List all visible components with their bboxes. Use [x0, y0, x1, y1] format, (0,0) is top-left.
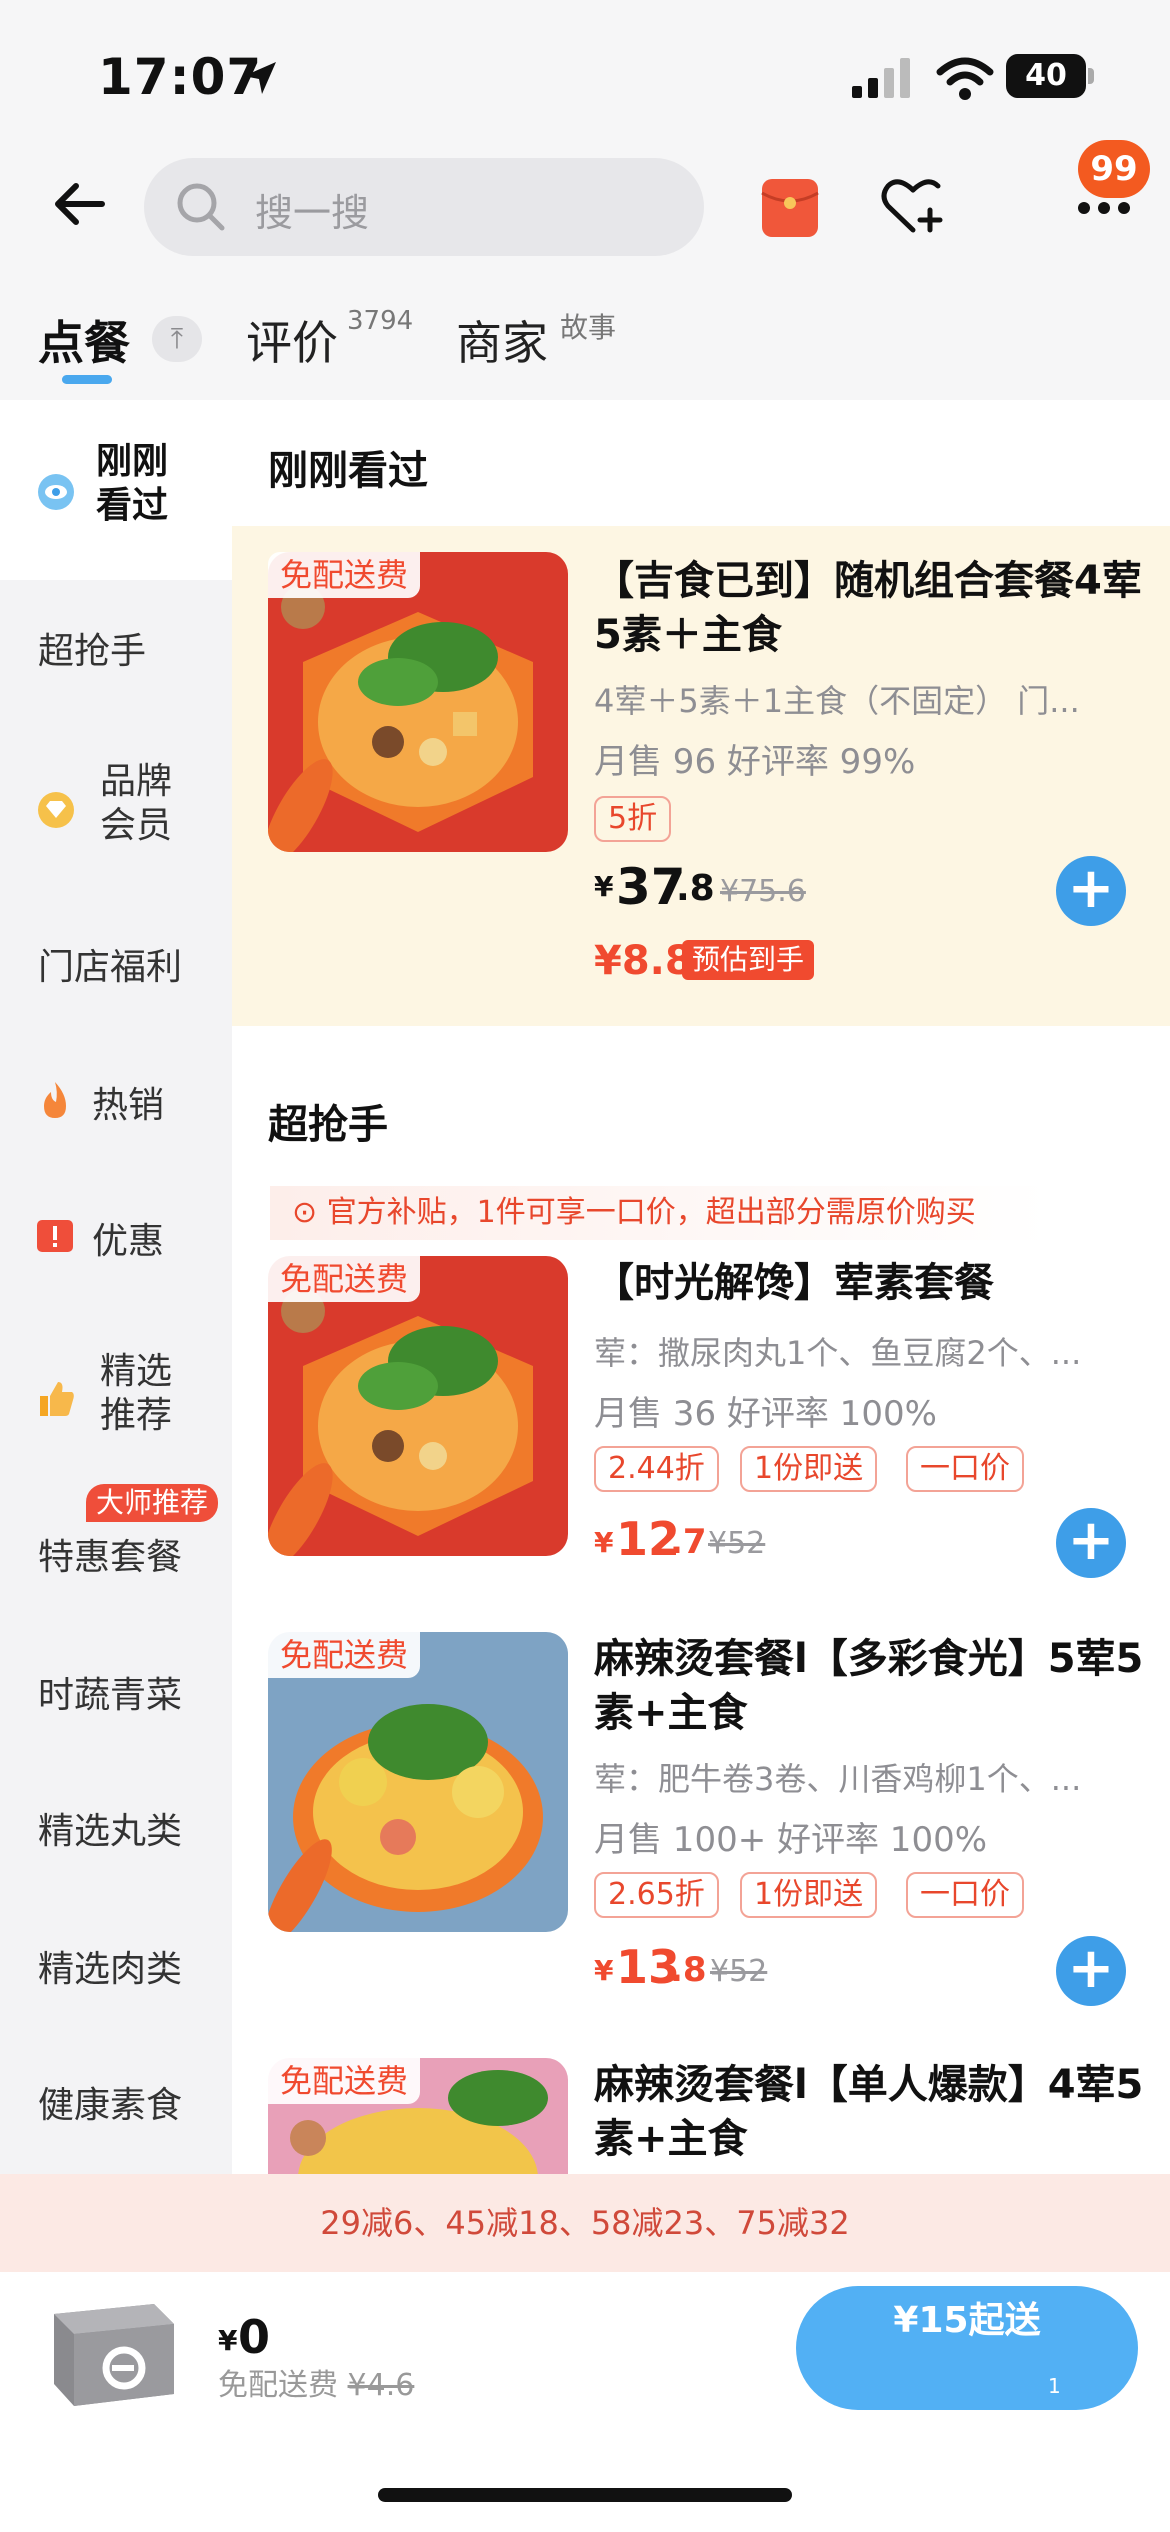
- sidebar-item-label: 热销: [92, 1085, 165, 1126]
- sidebar-item-label: 精选: [100, 1351, 173, 1392]
- product-title[interactable]: 【时光解馋】荤素套餐: [594, 1256, 1154, 1310]
- price-original: ¥52: [708, 1526, 766, 1561]
- sidebar-item-label: 推荐: [100, 1395, 173, 1436]
- tab-order[interactable]: 点餐: [38, 307, 130, 373]
- price-decimal: .7: [670, 1522, 707, 1562]
- search-placeholder: 搜一搜: [255, 191, 370, 235]
- checkout-button[interactable]: ¥15起送: [796, 2286, 1138, 2410]
- back-arrow-icon[interactable]: [46, 172, 110, 236]
- discount-tag: 2.44折: [594, 1446, 719, 1492]
- product-title[interactable]: 麻辣烫套餐l【单人爆款】4荤5素+主食: [594, 2058, 1154, 2166]
- more-dots-icon[interactable]: [1076, 198, 1132, 218]
- status-time: 17:07: [98, 48, 263, 106]
- single-serving-tag: 1份即送: [740, 1446, 878, 1492]
- section-title-recent: 刚刚看过: [268, 448, 428, 494]
- subsidy-note: ⊙ 官方补贴，1件可享一口价，超出部分需原价购买: [270, 1186, 1050, 1240]
- free-delivery-tag: 免配送费: [268, 1632, 421, 1678]
- cart-total: 0: [238, 2310, 271, 2364]
- price-estimated: ¥8.8: [594, 938, 693, 984]
- single-serving-tag: 1份即送: [740, 1872, 878, 1918]
- eye-icon: [38, 474, 74, 510]
- battery-cap: [1088, 68, 1094, 84]
- flame-icon: [44, 1082, 66, 1118]
- diamond-icon: [38, 792, 74, 828]
- delivery-fee-original: ¥4.6: [347, 2368, 415, 2403]
- pin-top-icon[interactable]: ⤒: [152, 316, 202, 362]
- tab-reviews[interactable]: 评价: [246, 307, 338, 373]
- price-currency: ¥: [594, 1954, 614, 1987]
- cart-currency: ¥: [218, 2324, 238, 2357]
- free-delivery-tag: 免配送费: [268, 1256, 421, 1302]
- price-currency: ¥: [594, 1526, 614, 1559]
- tab-active-indicator: [62, 375, 112, 384]
- search-icon: [177, 183, 225, 231]
- master-recommend-tag: 大师推荐: [86, 1484, 219, 1522]
- sidebar-item-label: 刚刚: [96, 441, 169, 482]
- wifi-icon: [936, 57, 994, 100]
- product-sales: 月售 100+ 好评率 100%: [594, 1820, 988, 1860]
- sidebar-item-label: 优惠: [92, 1221, 165, 1262]
- price-decimal: .8: [670, 1950, 707, 1990]
- thumbs-up-icon: [40, 1382, 74, 1416]
- red-packet-icon[interactable]: [760, 177, 820, 239]
- home-indicator[interactable]: [378, 2488, 792, 2502]
- free-delivery-tag: 免配送费: [268, 552, 421, 598]
- delivery-fee-label: 免配送费: [218, 2368, 338, 2403]
- sidebar-item-label: 品牌: [100, 761, 173, 802]
- promotion-bar[interactable]: 29减6、45减18、58减23、75减32: [0, 2174, 1170, 2272]
- product-description: 荤：撒尿肉丸1个、鱼豆腐2个、...: [594, 1334, 1082, 1372]
- price-original: ¥52: [710, 1954, 768, 1989]
- discount-tag: 5折: [594, 796, 672, 842]
- product-description: 4荤＋5素＋1主食（不固定） 门...: [594, 682, 1080, 720]
- price-currency: ¥: [594, 870, 614, 903]
- location-arrow-icon: [244, 62, 276, 94]
- notification-badge: 99: [1078, 140, 1150, 198]
- product-title[interactable]: 麻辣烫套餐l【多彩食光】5荤5素+主食: [594, 1632, 1154, 1740]
- product-description: 荤：肥牛卷3卷、川香鸡柳1个、...: [594, 1760, 1082, 1798]
- section-title-hot: 超抢手: [268, 1102, 388, 1148]
- price-original: ¥75.6: [720, 874, 806, 909]
- tab-reviews-count: 3794: [347, 306, 414, 336]
- shopping-box-icon[interactable]: [34, 2284, 184, 2414]
- subsidy-note-text: 官方补贴，1件可享一口价，超出部分需原价购买: [326, 1195, 976, 1230]
- delivery-fee: 免配送费 ¥4.6: [218, 2360, 414, 2404]
- price-decimal: .8: [676, 868, 715, 909]
- tab-merchant[interactable]: 商家: [456, 307, 548, 373]
- product-title[interactable]: 【吉食已到】随机组合套餐4荤5素＋主食: [594, 554, 1154, 662]
- coupon-icon: [37, 1220, 73, 1252]
- favorite-heart-icon[interactable]: [880, 176, 946, 236]
- sidebar-item-brand-member[interactable]: 品牌 会员: [0, 760, 232, 860]
- cellular-signal-icon: [852, 58, 910, 98]
- add-to-cart-button[interactable]: +: [1056, 1936, 1126, 2006]
- free-delivery-tag: 免配送费: [268, 2058, 421, 2104]
- sidebar-item-label: 看过: [96, 485, 169, 526]
- discount-tag: 2.65折: [594, 1872, 719, 1918]
- product-sales: 月售 36 好评率 100%: [594, 1394, 937, 1434]
- sidebar-item-featured[interactable]: 精选 推荐: [0, 1350, 232, 1450]
- fixed-price-tag: 一口价: [906, 1872, 1024, 1918]
- add-to-cart-button[interactable]: +: [1056, 856, 1126, 926]
- add-to-cart-button[interactable]: +: [1056, 1508, 1126, 1578]
- fixed-price-tag: 一口价: [906, 1446, 1024, 1492]
- sidebar-item-recent[interactable]: 刚刚 看过: [0, 440, 232, 550]
- search-input[interactable]: [144, 158, 704, 256]
- product-sales: 月售 96 好评率 99%: [594, 742, 916, 782]
- sidebar-item-label: 会员: [100, 805, 173, 846]
- checkout-subscript: 1: [1048, 2374, 1061, 2398]
- check-circle-icon: ⊙: [292, 1195, 318, 1230]
- battery-indicator: 40: [1006, 54, 1086, 98]
- estimated-label: 预估到手: [682, 940, 815, 980]
- tab-merchant-superscript: 故事: [560, 311, 617, 344]
